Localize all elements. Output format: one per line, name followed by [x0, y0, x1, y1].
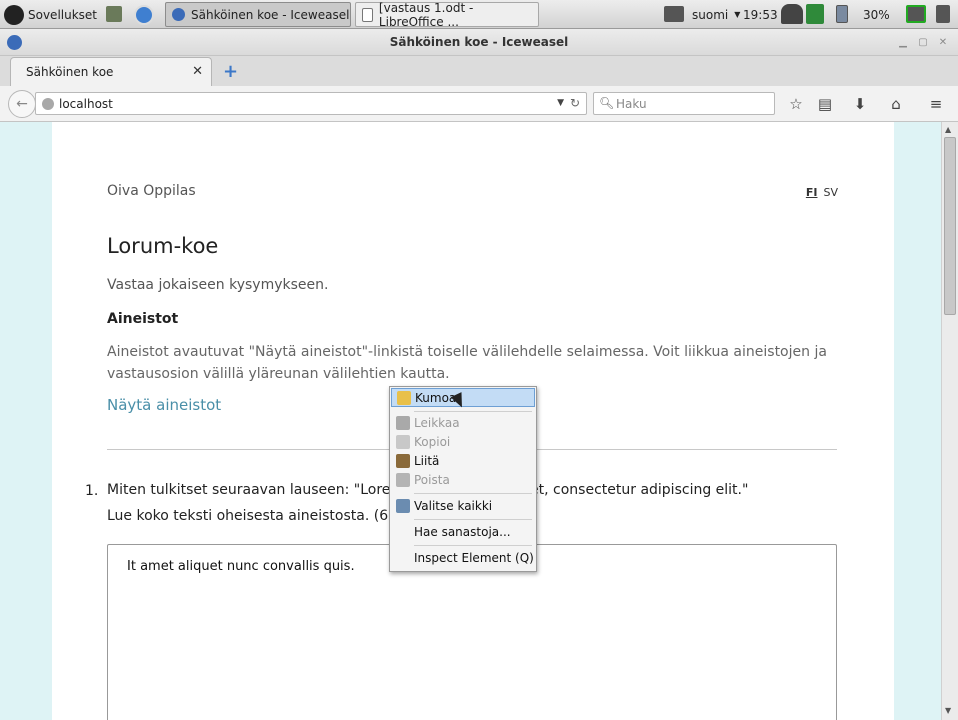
apps-menu-label: Sovellukset: [28, 7, 98, 22]
scroll-up-icon[interactable]: ▲: [945, 125, 951, 134]
scissors-icon: [396, 416, 410, 430]
tab-close-icon[interactable]: ✕: [192, 64, 203, 79]
paste-icon: [396, 454, 410, 468]
menu-item-label: Inspect Element (Q): [414, 551, 534, 565]
reload-icon[interactable]: ↻: [570, 96, 580, 110]
question-text-start: Miten tulkitset seuraavan lauseen: "Lore: [107, 482, 391, 498]
task-iceweasel[interactable]: Sähköinen koe - Iceweasel: [165, 2, 351, 27]
globe-icon: [42, 98, 54, 110]
language-switch: FI SV: [806, 186, 838, 199]
page-scrollbar[interactable]: ▲ ▼: [941, 122, 958, 720]
headset-icon[interactable]: [781, 4, 803, 24]
system-panel: Sovellukset Sähköinen koe - Iceweasel [v…: [0, 0, 958, 29]
scrollbar-thumb[interactable]: [944, 137, 956, 315]
tab-bar: Sähköinen koe ✕ +: [0, 56, 958, 87]
materials-description: Aineistot avautuvat "Näytä aineistot"-li…: [107, 344, 827, 382]
task-iceweasel-label: Sähköinen koe - Iceweasel: [191, 7, 350, 22]
show-materials-link[interactable]: Näytä aineistot: [107, 396, 221, 414]
menu-separator: [414, 411, 532, 412]
menu-separator: [414, 545, 532, 546]
copy-icon: [396, 435, 410, 449]
chevron-down-icon: ▼: [734, 10, 741, 19]
home-icon[interactable]: ⌂: [886, 94, 906, 114]
question-number: 1.: [85, 483, 99, 499]
task-libreoffice[interactable]: [vastaus 1.odt - LibreOffice ...: [355, 0, 539, 29]
exam-instructions: Vastaa jokaiseen kysymykseen.: [107, 277, 329, 293]
select-all-icon: [396, 499, 410, 513]
context-menu: Kumoa Leikkaa Kopioi Liitä Poista Valits…: [389, 386, 537, 572]
materials-heading: Aineistot: [107, 311, 179, 327]
menu-item-inspect-element[interactable]: Inspect Element (Q): [391, 549, 535, 568]
bookmark-star-icon[interactable]: ☆: [786, 94, 806, 114]
url-bar[interactable]: localhost ▼ ↻: [35, 92, 587, 115]
task-libreoffice-label: [vastaus 1.odt - LibreOffice ...: [378, 0, 474, 29]
tab-sahkoinen-koe[interactable]: Sähköinen koe ✕: [10, 57, 212, 87]
answer-text: It amet aliquet nunc convallis quis.: [127, 559, 355, 574]
close-icon[interactable]: ✕: [937, 37, 949, 49]
menu-item-label: Liitä: [414, 454, 440, 468]
question-text-end: met, consectetur adipiscing elit.": [516, 482, 749, 498]
battery-icon[interactable]: [836, 5, 848, 23]
debian-logo-icon: [4, 4, 24, 25]
new-tab-icon[interactable]: +: [223, 61, 238, 82]
battery-level: 30%: [863, 0, 890, 29]
document-icon: [362, 7, 373, 22]
scroll-down-icon[interactable]: ▼: [945, 706, 951, 715]
menu-item-label: Poista: [414, 473, 450, 487]
url-text: localhost: [59, 97, 113, 111]
file-manager-icon[interactable]: [106, 6, 122, 22]
clock[interactable]: 19:53: [743, 0, 778, 29]
battery-label: 30%: [863, 7, 890, 22]
menu-item-cut[interactable]: Leikkaa: [391, 414, 535, 433]
menu-item-label: Valitse kaikki: [414, 499, 493, 513]
undo-icon: [397, 391, 411, 405]
iceweasel-icon: [172, 8, 185, 21]
keyboard-layout-label: suomi: [692, 7, 729, 22]
browser-launcher-icon[interactable]: [134, 5, 154, 25]
menu-item-search-dictionaries[interactable]: Hae sanastoja...: [391, 523, 535, 542]
delete-icon: [396, 473, 410, 487]
maximize-icon[interactable]: ▢: [917, 37, 929, 49]
window-title: Sähköinen koe - Iceweasel: [389, 35, 569, 49]
clock-label: 19:53: [743, 7, 778, 22]
keyboard-layout[interactable]: suomi ▼: [692, 0, 740, 29]
student-name: Oiva Oppilas: [107, 183, 196, 199]
menu-item-select-all[interactable]: Valitse kaikki: [391, 497, 535, 516]
camera-icon[interactable]: [664, 6, 684, 22]
reading-list-icon[interactable]: ▤: [815, 94, 835, 114]
question-text-line2: Lue koko teksti oheisesta aineistosta. (…: [107, 508, 389, 524]
back-arrow-icon[interactable]: ←: [8, 90, 36, 118]
menu-item-paste[interactable]: Liitä: [391, 452, 535, 471]
navigation-bar: ← localhost ▼ ↻ 🔍︎ Haku ☆ ▤ ⬇ ⌂ ≡: [0, 86, 958, 122]
minimize-icon[interactable]: ▁: [897, 37, 909, 49]
screen-icon[interactable]: [906, 5, 926, 23]
exam-title: Lorum-koe: [107, 234, 219, 258]
lang-sv-link[interactable]: SV: [823, 186, 838, 199]
url-dropdown-icon[interactable]: ▼: [557, 98, 564, 108]
apps-menu[interactable]: Sovellukset: [4, 0, 97, 29]
power-icon[interactable]: [936, 5, 950, 23]
menu-item-delete[interactable]: Poista: [391, 471, 535, 490]
menu-icon[interactable]: ≡: [926, 94, 946, 114]
search-input[interactable]: 🔍︎ Haku: [593, 92, 775, 115]
tab-label: Sähköinen koe: [26, 65, 114, 79]
lang-fi-link[interactable]: FI: [806, 186, 818, 199]
menu-item-label: Leikkaa: [414, 416, 460, 430]
search-icon: 🔍︎: [599, 96, 615, 110]
menu-item-label: Hae sanastoja...: [414, 525, 511, 539]
menu-separator: [414, 493, 532, 494]
menu-item-label: Kopioi: [414, 435, 451, 449]
menu-separator: [414, 519, 532, 520]
menu-item-copy[interactable]: Kopioi: [391, 433, 535, 452]
download-icon[interactable]: ⬇: [850, 94, 870, 114]
search-placeholder: Haku: [616, 97, 647, 111]
network-icon[interactable]: [806, 4, 824, 24]
window-titlebar[interactable]: Sähköinen koe - Iceweasel ▁ ▢ ✕: [0, 29, 958, 56]
